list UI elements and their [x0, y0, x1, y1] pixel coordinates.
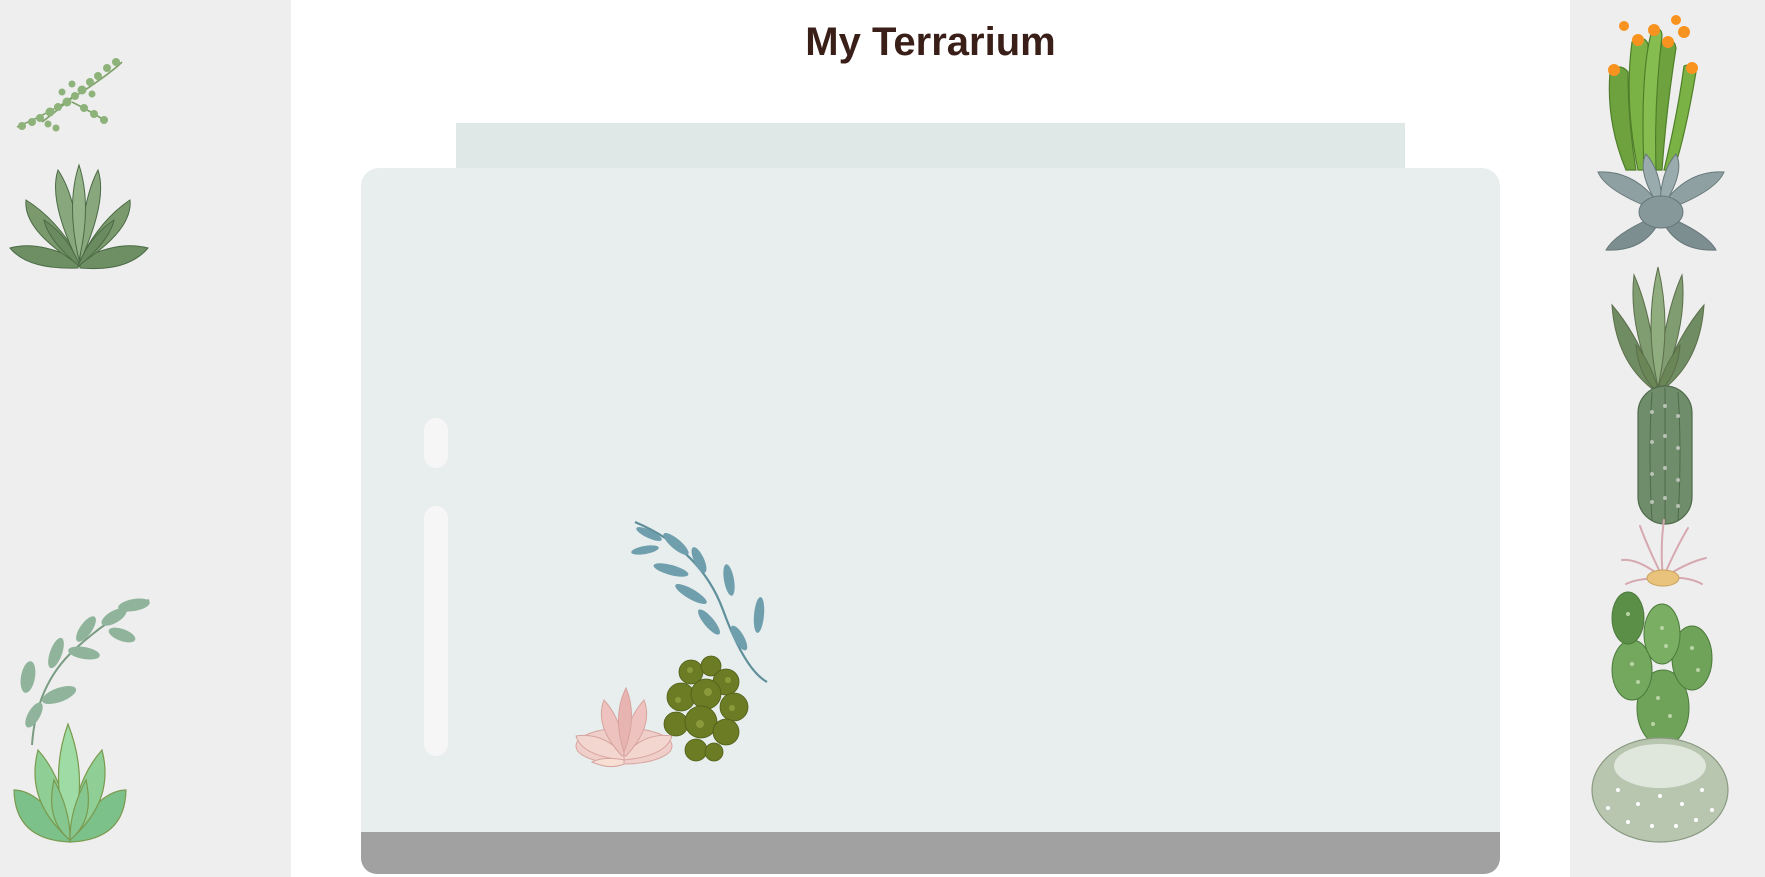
plant-air-plant[interactable] [1618, 518, 1708, 588]
plant-jade-succulent[interactable] [10, 720, 130, 845]
jar-glossy-highlight-short [424, 418, 448, 468]
plant-column-cactus[interactable] [1630, 382, 1700, 527]
left-plant-container [0, 0, 291, 877]
plant-paddle-cactus[interactable] [1608, 588, 1718, 748]
terrarium-jar [361, 168, 1500, 874]
page-title: My Terrarium [805, 20, 1056, 64]
plant-moss-cluster[interactable] [656, 652, 756, 764]
jar-glossy-highlight-long [424, 506, 448, 756]
plant-string-of-pearls[interactable] [12, 52, 127, 137]
plant-flowering-cactus[interactable] [1596, 12, 1711, 172]
plant-round-cactus[interactable] [1588, 730, 1733, 845]
right-plant-container [1570, 0, 1765, 877]
plant-echeveria-green[interactable] [8, 160, 150, 272]
plant-aloe[interactable] [1608, 265, 1708, 395]
terrarium-dirt [361, 832, 1500, 874]
jar-top [456, 123, 1405, 168]
plant-blue-echeveria[interactable] [1596, 152, 1726, 257]
